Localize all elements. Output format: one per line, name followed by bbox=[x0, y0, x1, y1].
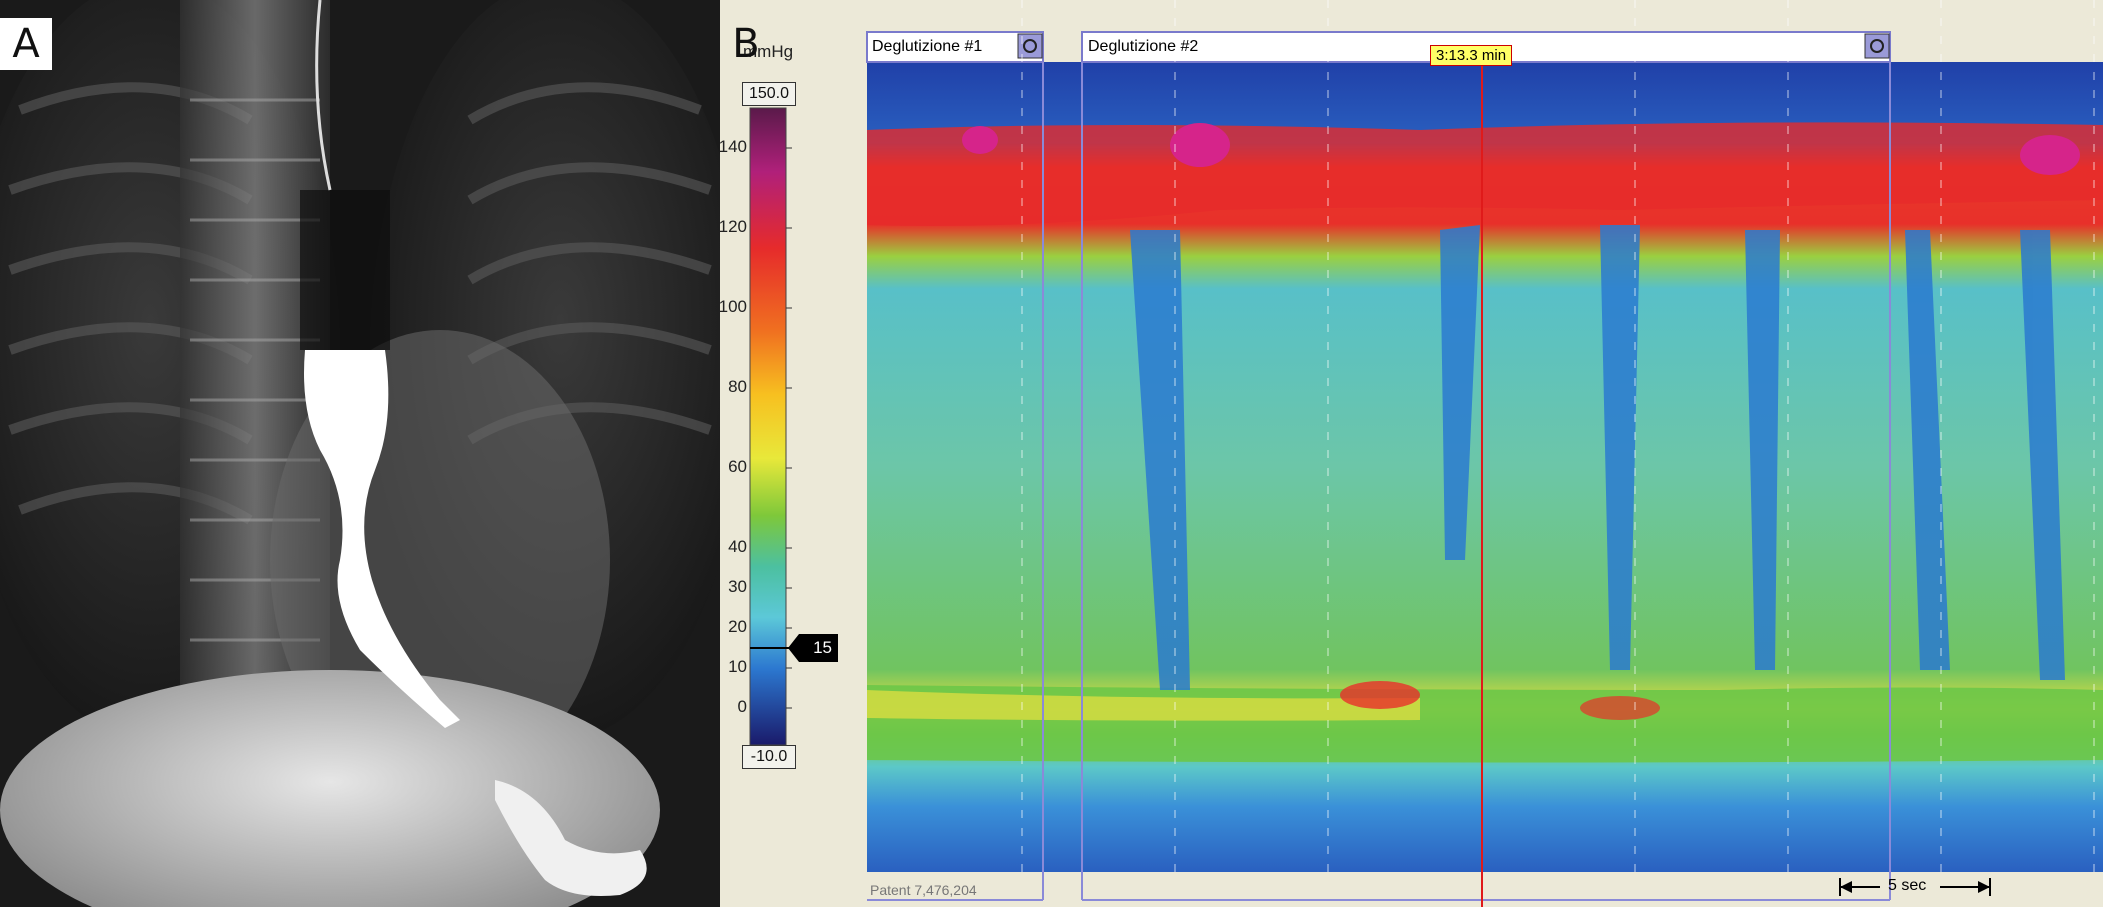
tick-100: 100 bbox=[718, 297, 747, 316]
tick-0: 0 bbox=[737, 697, 747, 716]
tick-140: 140 bbox=[718, 137, 747, 156]
tick-60: 60 bbox=[728, 457, 747, 476]
tick-20: 20 bbox=[728, 617, 747, 636]
manometry-graphics bbox=[749, 0, 2103, 907]
manometry-panel: B mmHg 150.0 -10.0 140 120 100 80 60 40 … bbox=[719, 0, 2103, 907]
swallow-1-label[interactable]: Deglutizione #1 bbox=[872, 38, 982, 56]
panel-b-label: B bbox=[732, 21, 760, 67]
swallow-2-label[interactable]: Deglutizione #2 bbox=[1088, 38, 1198, 56]
tick-10: 10 bbox=[728, 657, 747, 676]
tick-120: 120 bbox=[718, 217, 747, 236]
panel-a-label: A bbox=[0, 18, 52, 70]
time-cursor-badge[interactable]: 3:13.3 min bbox=[1430, 45, 1513, 66]
xray-panel: A bbox=[0, 0, 720, 907]
tick-40: 40 bbox=[728, 537, 747, 556]
tick-30: 30 bbox=[728, 577, 747, 596]
tick-80: 80 bbox=[728, 377, 747, 396]
xray-image bbox=[0, 0, 720, 907]
scale-bar-label: 5 sec bbox=[1888, 877, 1927, 894]
patent-text: Patent 7,476,204 bbox=[870, 882, 977, 898]
